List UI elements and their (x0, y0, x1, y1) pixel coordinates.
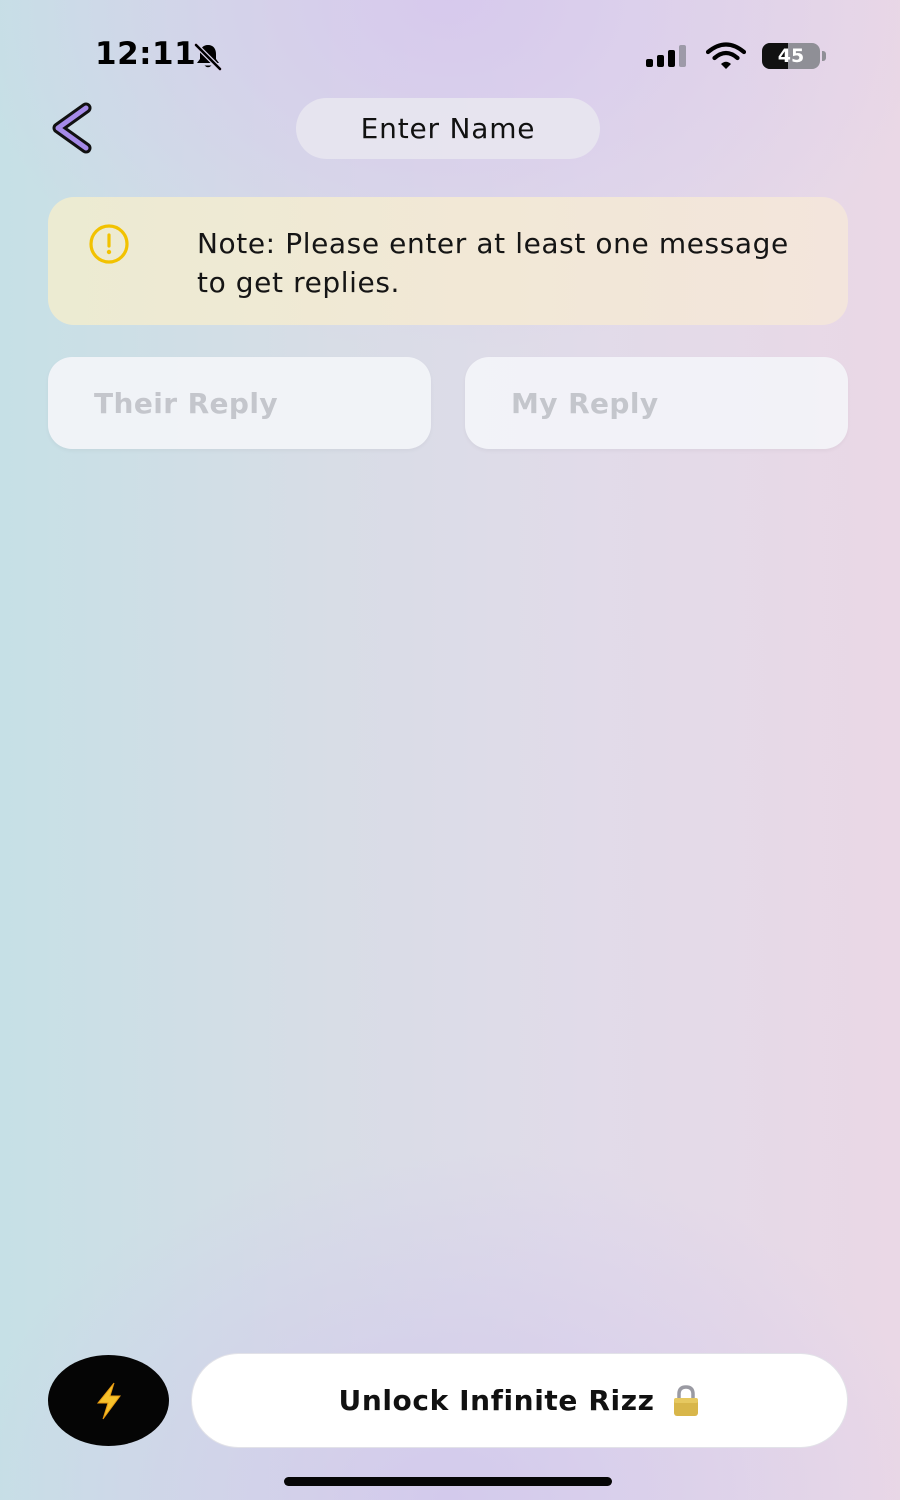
enter-name-label: Enter Name (360, 112, 536, 145)
my-reply-label: My Reply (511, 386, 659, 420)
their-reply-label: Their Reply (94, 386, 279, 420)
warning-icon (89, 224, 129, 264)
lightning-button[interactable] (48, 1355, 169, 1446)
battery-indicator: 45 (762, 43, 828, 69)
battery-tip (822, 51, 826, 61)
my-reply-button[interactable]: My Reply (465, 357, 848, 449)
enter-name-button[interactable]: Enter Name (296, 98, 600, 159)
battery-level: 45 (777, 45, 805, 67)
note-text: Note: Please enter at least one message … (197, 227, 789, 299)
lightning-bolt-icon (96, 1382, 121, 1419)
their-reply-button[interactable]: Their Reply (48, 357, 431, 449)
battery-body: 45 (762, 43, 820, 69)
status-bar: 12:11 45 (0, 0, 900, 110)
status-time: 12:11 (95, 36, 197, 72)
back-button[interactable] (46, 100, 102, 156)
bell-muted-icon (193, 42, 223, 72)
home-indicator[interactable] (284, 1477, 612, 1486)
unlock-label: Unlock Infinite Rizz (338, 1384, 655, 1417)
chevron-left-icon (52, 102, 92, 154)
wifi-icon (706, 42, 746, 69)
unlock-infinite-rizz-button[interactable]: Unlock Infinite Rizz (191, 1353, 848, 1448)
padlock-icon (673, 1384, 698, 1416)
cellular-signal-icon (646, 45, 686, 67)
